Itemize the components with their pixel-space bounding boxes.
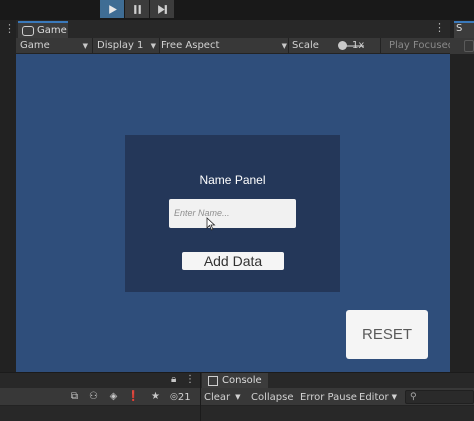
display-dropdown[interactable]: Display 1 ▼ bbox=[97, 38, 156, 53]
lock-icon[interactable]: 🔒︎ bbox=[171, 374, 176, 385]
tab-inspector[interactable]: S bbox=[454, 21, 474, 38]
add-data-button[interactable]: Add Data bbox=[182, 252, 284, 270]
pause-icon bbox=[133, 4, 141, 14]
name-input[interactable]: Enter Name... bbox=[169, 199, 296, 228]
project-panel-header bbox=[0, 373, 200, 388]
hidden-count: 21 bbox=[177, 391, 191, 403]
hidden-eye-icon[interactable]: ◎ 21 bbox=[170, 388, 191, 406]
aspect-dropdown-label: Free Aspect bbox=[161, 40, 220, 51]
gamepad-icon bbox=[22, 25, 34, 36]
game-tab-row bbox=[16, 20, 450, 38]
scale-label: Scale bbox=[292, 40, 319, 51]
chevron-down-icon: ▼ bbox=[82, 41, 88, 50]
mode-dropdown[interactable]: Game ▼ bbox=[20, 38, 88, 53]
play-button[interactable] bbox=[100, 0, 124, 18]
right-toolbar-button[interactable] bbox=[464, 40, 474, 52]
step-button[interactable] bbox=[150, 0, 174, 18]
right-panel-strip bbox=[450, 20, 474, 372]
collapse-toggle[interactable]: Collapse bbox=[251, 388, 294, 406]
aspect-dropdown[interactable]: Free Aspect ▼ bbox=[161, 38, 287, 53]
editor-dropdown[interactable]: Editor ▼ bbox=[359, 388, 397, 406]
mouse-cursor-icon bbox=[206, 217, 216, 231]
hierarchy-icon[interactable]: ⚇ bbox=[87, 390, 100, 403]
step-icon bbox=[157, 4, 167, 14]
toolbar-divider bbox=[159, 38, 160, 53]
left-panel-strip bbox=[0, 20, 16, 372]
play-icon bbox=[108, 4, 117, 14]
chevron-down-icon: ▼ bbox=[150, 41, 156, 50]
toolbar-divider bbox=[380, 38, 381, 53]
tab-game-label: Game bbox=[37, 25, 67, 36]
clear-button-label: Clear bbox=[204, 391, 231, 403]
game-window-menu-icon[interactable]: ⋮ bbox=[434, 21, 445, 34]
console-icon bbox=[208, 375, 218, 386]
mode-dropdown-label: Game bbox=[20, 40, 50, 51]
tag-icon[interactable]: ◈ bbox=[107, 390, 120, 403]
top-toolbar bbox=[0, 0, 474, 20]
tab-game[interactable]: Game bbox=[18, 21, 68, 38]
panel-title: Name Panel bbox=[199, 173, 266, 187]
editor-dropdown-label: Editor bbox=[359, 391, 389, 403]
tab-console[interactable]: Console bbox=[202, 373, 268, 388]
chevron-down-icon: ▼ bbox=[391, 393, 397, 401]
scale-slider-knob[interactable] bbox=[338, 41, 347, 50]
alert-icon[interactable]: ❗ bbox=[127, 390, 140, 403]
scale-value: 1x bbox=[352, 40, 365, 51]
play-focused-toggle[interactable]: Play Focused bbox=[389, 38, 450, 53]
tab-console-label: Console bbox=[222, 375, 262, 386]
display-dropdown-label: Display 1 bbox=[97, 40, 144, 51]
project-panel-menu-icon[interactable]: ⋮ bbox=[185, 374, 195, 385]
search-icon: ⚲ bbox=[410, 392, 417, 402]
search-by-type-icon[interactable]: ⧉ bbox=[68, 390, 81, 403]
star-icon[interactable]: ★ bbox=[149, 390, 162, 403]
left-panel-menu-icon[interactable]: ⋮ bbox=[4, 22, 15, 35]
game-view-toolbar: Game ▼ Display 1 ▼ Free Aspect ▼ Scale 1… bbox=[16, 38, 450, 54]
error-pause-toggle[interactable]: Error Pause bbox=[300, 388, 357, 406]
pause-button[interactable] bbox=[125, 0, 149, 18]
reset-button[interactable]: RESET bbox=[346, 310, 428, 359]
toolbar-divider bbox=[92, 38, 93, 53]
clear-button[interactable]: Clear ▼ bbox=[204, 388, 241, 406]
chevron-down-icon: ▼ bbox=[235, 393, 241, 401]
chevron-down-icon: ▼ bbox=[281, 41, 287, 50]
tab-inspector-label: S bbox=[456, 23, 463, 34]
console-search-input[interactable]: ⚲ bbox=[405, 390, 474, 404]
toolbar-divider bbox=[288, 38, 289, 53]
play-controls bbox=[100, 0, 174, 18]
